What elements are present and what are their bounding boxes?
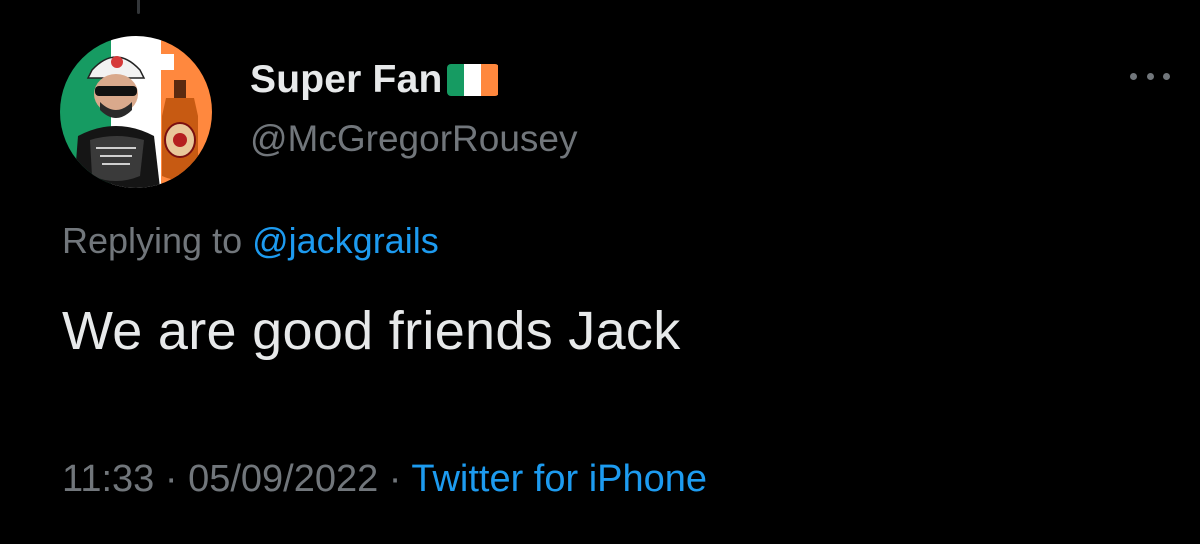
avatar-image	[60, 36, 212, 188]
tweet-date[interactable]: 05/09/2022	[188, 458, 378, 500]
reply-mention-link[interactable]: @jackgrails	[252, 220, 439, 261]
more-options-icon[interactable]	[1130, 66, 1170, 86]
author-handle[interactable]: @McGregorRousey	[250, 118, 578, 160]
replying-to-line: Replying to @jackgrails	[62, 220, 439, 262]
display-name[interactable]: Super Fan	[250, 58, 443, 102]
meta-separator: ·	[154, 458, 189, 500]
ireland-flag-icon	[446, 64, 499, 96]
tweet-source-link[interactable]: Twitter for iPhone	[411, 458, 707, 500]
tweet-text: We are good friends Jack	[62, 301, 681, 361]
tweet-time[interactable]: 11:33	[62, 458, 154, 500]
profile-avatar[interactable]	[60, 36, 212, 188]
author-name-row[interactable]: Super Fan	[250, 54, 499, 106]
meta-separator: ·	[378, 458, 412, 500]
thread-connector-line	[137, 0, 140, 14]
replying-to-label: Replying to	[62, 220, 253, 261]
tweet-metadata: 11:33 · 05/09/2022 · Twitter for iPhone	[62, 458, 707, 501]
